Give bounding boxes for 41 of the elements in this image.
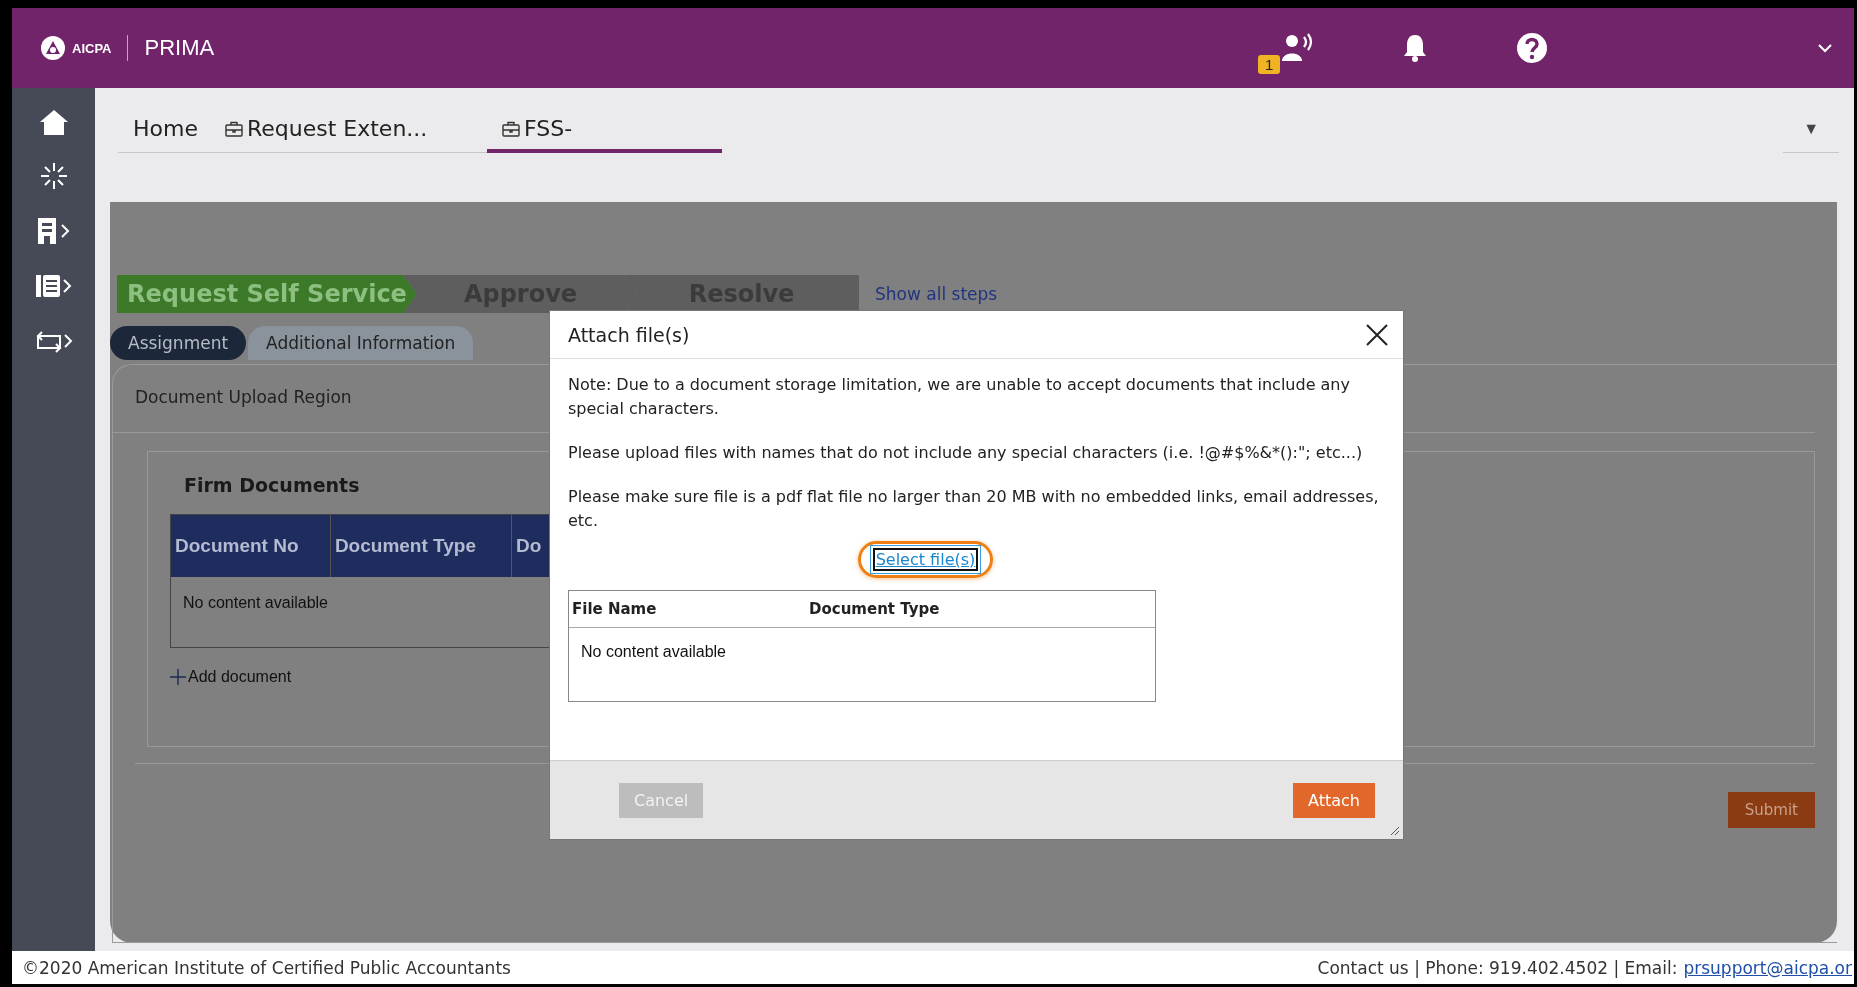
tab-menu-button[interactable]: ▼ (1783, 116, 1839, 153)
note-paragraph: Please upload files with names that do not include any special characters (i.e. !@#$%&*():"; etc...) (568, 442, 1364, 464)
attach-button[interactable]: Attach (1293, 782, 1375, 818)
empty-message: No content available (182, 593, 329, 613)
sparkle-icon[interactable] (38, 161, 69, 191)
plus-icon (170, 669, 186, 685)
bell-icon[interactable] (1402, 33, 1428, 63)
home-icon[interactable] (38, 108, 69, 136)
email-link[interactable]: prsupport@aicpa.or (1683, 957, 1852, 978)
column-header: Do (515, 534, 543, 558)
briefcase-icon (501, 120, 520, 137)
notification-badge: 1 (1258, 55, 1281, 74)
tab[interactable]: FSS- (486, 116, 722, 153)
subtab[interactable]: Additional Information (248, 326, 474, 360)
submit-button[interactable]: Submit (1727, 792, 1815, 828)
note-paragraph: Note: Due to a document storage limitation, we are unable to accept documents that include any special characters. (568, 374, 1351, 420)
section-title: Firm Documents (184, 474, 360, 496)
logo-text: AICPA (72, 40, 112, 56)
column-header: File Name (571, 600, 658, 618)
briefcase-icon (224, 120, 243, 137)
show-all-steps-link[interactable]: Show all steps (875, 284, 998, 304)
tab[interactable]: Home (118, 116, 210, 153)
select-files-link[interactable]: Select file(s) (872, 548, 979, 571)
note-paragraph: Please make sure file is a pdf flat file no larger than 20 MB with no embedded links, email addresses, etc. (568, 486, 1380, 532)
resize-grip-icon[interactable] (1390, 826, 1400, 836)
column-header: Document No (171, 515, 331, 577)
add-document-link[interactable]: Add document (170, 668, 292, 686)
help-icon[interactable] (1516, 32, 1548, 64)
empty-message: No content available (580, 642, 727, 662)
dialog-title: Attach file(s) (568, 323, 690, 346)
close-icon[interactable] (1365, 322, 1389, 347)
contact-text: Contact us | Phone: 919.402.4502 | Email: (1317, 957, 1678, 978)
person-speaking-icon[interactable] (1280, 33, 1314, 63)
column-header: Document Type (330, 515, 513, 577)
product-name: PRIMA (144, 35, 215, 61)
column-header: Document Type (808, 600, 941, 618)
copyright-text: ©2020 American Institute of Certified Public Accountants (22, 957, 511, 978)
subtab[interactable]: Assignment (110, 326, 247, 360)
chevron-down-icon[interactable] (1818, 43, 1832, 53)
tab[interactable]: Request Exten... (209, 116, 487, 153)
logo-icon (40, 35, 66, 61)
